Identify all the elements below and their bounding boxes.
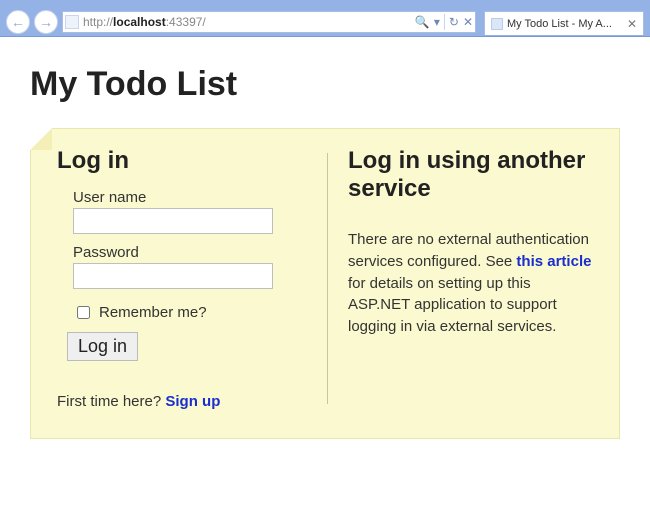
tab-title: My Todo List - My A... (507, 18, 623, 30)
search-icon[interactable]: 🔍 (415, 15, 430, 29)
external-login: Log in using another service There are n… (348, 147, 593, 410)
address-bar[interactable]: http://localhost:43397/ 🔍 ▾ ↻ ✕ (62, 11, 476, 33)
back-button[interactable]: ← (6, 10, 30, 34)
browser-chrome: ← → http://localhost:43397/ 🔍 ▾ ↻ ✕ My T… (0, 0, 650, 37)
page-favicon-icon (65, 15, 79, 29)
dropdown-icon[interactable]: ▾ (434, 15, 440, 29)
external-article-link[interactable]: this article (516, 253, 591, 270)
login-button[interactable]: Log in (67, 332, 138, 361)
login-heading: Log in (57, 147, 307, 175)
tab-strip: My Todo List - My A... ✕ (480, 9, 644, 35)
remember-label: Remember me? (99, 304, 207, 321)
close-icon[interactable]: ✕ (627, 17, 637, 31)
login-form: Log in User name Password Remember me? L… (57, 147, 307, 410)
remember-checkbox[interactable] (77, 306, 90, 319)
signup-prompt: First time here? Sign up (57, 393, 307, 410)
tab-active[interactable]: My Todo List - My A... ✕ (484, 11, 644, 35)
signup-link[interactable]: Sign up (165, 393, 220, 410)
arrow-left-icon: ← (11, 14, 25, 30)
stop-icon[interactable]: ✕ (463, 15, 473, 29)
tab-favicon-icon (491, 18, 503, 30)
login-panel: Log in User name Password Remember me? L… (30, 128, 620, 439)
username-input[interactable] (73, 208, 273, 234)
external-heading: Log in using another service (348, 147, 593, 203)
panel-divider (327, 153, 328, 404)
url-text: http://localhost:43397/ (83, 15, 411, 29)
page-title: My Todo List (30, 65, 620, 104)
forward-button[interactable]: → (34, 10, 58, 34)
page-body: My Todo List Log in User name Password R… (0, 37, 650, 455)
refresh-icon[interactable]: ↻ (449, 15, 459, 29)
password-input[interactable] (73, 263, 273, 289)
password-label: Password (73, 244, 307, 261)
username-label: User name (73, 189, 307, 206)
arrow-right-icon: → (39, 14, 53, 30)
external-text: There are no external authentication ser… (348, 229, 593, 338)
